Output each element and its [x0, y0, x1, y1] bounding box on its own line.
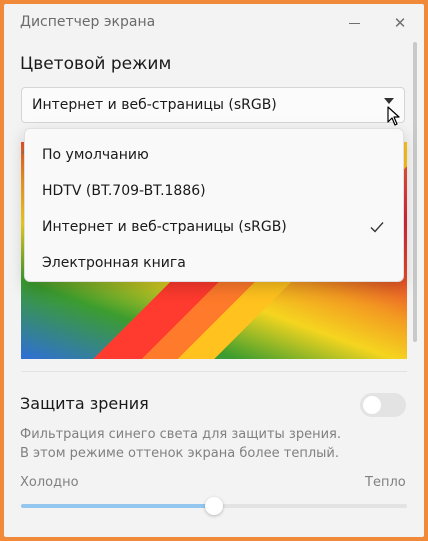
window-title: Диспетчер экрана	[20, 14, 156, 30]
warm-label: Тепло	[365, 475, 406, 490]
section-divider	[21, 371, 407, 372]
eye-protection-toggle[interactable]	[360, 393, 406, 417]
scrollbar-thumb[interactable]	[413, 42, 417, 342]
eye-protection-description-line2: В этом режиме оттенок экрана более теплы…	[20, 446, 339, 461]
color-temperature-slider[interactable]	[21, 494, 407, 518]
option-label: По умолчанию	[42, 147, 149, 163]
color-mode-title: Цветовой режим	[20, 54, 172, 74]
color-mode-dropdown: По умолчанию HDTV (BT.709-BT.1886) Интер…	[24, 128, 404, 282]
close-button[interactable]: ✕	[386, 10, 414, 36]
option-srgb[interactable]: Интернет и веб-страницы (sRGB)	[25, 210, 403, 246]
title-bar: Диспетчер экрана ✕	[4, 4, 424, 42]
minimize-button[interactable]	[340, 10, 368, 36]
option-label: Электронная книга	[42, 255, 186, 271]
toggle-knob	[363, 396, 381, 414]
color-mode-selected-value: Интернет и веб-страницы (sRGB)	[32, 97, 277, 113]
option-ebook[interactable]: Электронная книга	[25, 246, 403, 282]
option-label: Интернет и веб-страницы (sRGB)	[42, 219, 287, 235]
eye-protection-title: Защита зрения	[20, 394, 149, 413]
slider-thumb[interactable]	[205, 497, 223, 515]
mouse-cursor-icon	[387, 106, 400, 126]
option-label: HDTV (BT.709-BT.1886)	[42, 183, 206, 199]
cold-label: Холодно	[20, 475, 79, 490]
checkmark-icon	[370, 222, 384, 233]
option-hdtv[interactable]: HDTV (BT.709-BT.1886)	[25, 174, 403, 210]
scrollbar[interactable]	[412, 42, 418, 342]
chevron-down-icon	[384, 98, 394, 104]
option-default[interactable]: По умолчанию	[25, 138, 403, 174]
slider-fill	[21, 504, 214, 508]
close-icon: ✕	[393, 14, 407, 32]
eye-protection-description-line1: Фильтрация синего света для защиты зрени…	[20, 427, 341, 442]
minimize-icon	[348, 23, 360, 24]
display-manager-window: Диспетчер экрана ✕ Цветовой режим Интерн…	[4, 4, 424, 537]
color-mode-select[interactable]: Интернет и веб-страницы (sRGB)	[21, 87, 405, 123]
